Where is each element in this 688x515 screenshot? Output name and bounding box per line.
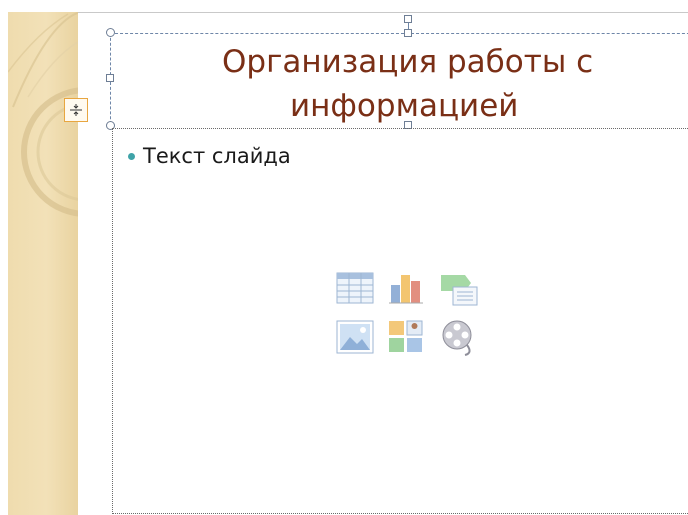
insert-clipart-icon[interactable] <box>387 319 429 359</box>
insert-chart-icon[interactable] <box>387 269 429 309</box>
slide-decorative-band <box>8 12 78 515</box>
rotation-handle[interactable] <box>404 15 412 23</box>
insert-media-icon[interactable] <box>439 319 481 359</box>
resize-handle-top-left[interactable] <box>106 28 115 37</box>
insert-content-icons <box>335 269 485 369</box>
slide-canvas: Организация работы с информацией Текст с… <box>0 0 688 515</box>
insert-table-icon[interactable] <box>335 269 377 309</box>
bullet-item[interactable]: Текст слайда <box>128 141 291 171</box>
autofit-options-button[interactable] <box>64 98 88 122</box>
bullet-dot <box>128 152 135 160</box>
bullet-text: Текст слайда <box>143 144 291 168</box>
autofit-icon <box>70 104 82 116</box>
insert-smartart-icon[interactable] <box>439 269 481 309</box>
resize-handle-top[interactable] <box>404 29 412 37</box>
resize-handle-left[interactable] <box>106 74 114 82</box>
slide-top-edge <box>78 12 688 13</box>
slide-title-line-1: Организация работы с <box>222 44 594 80</box>
insert-picture-icon[interactable] <box>335 319 377 359</box>
slide-title-line-2: информацией <box>290 88 519 124</box>
